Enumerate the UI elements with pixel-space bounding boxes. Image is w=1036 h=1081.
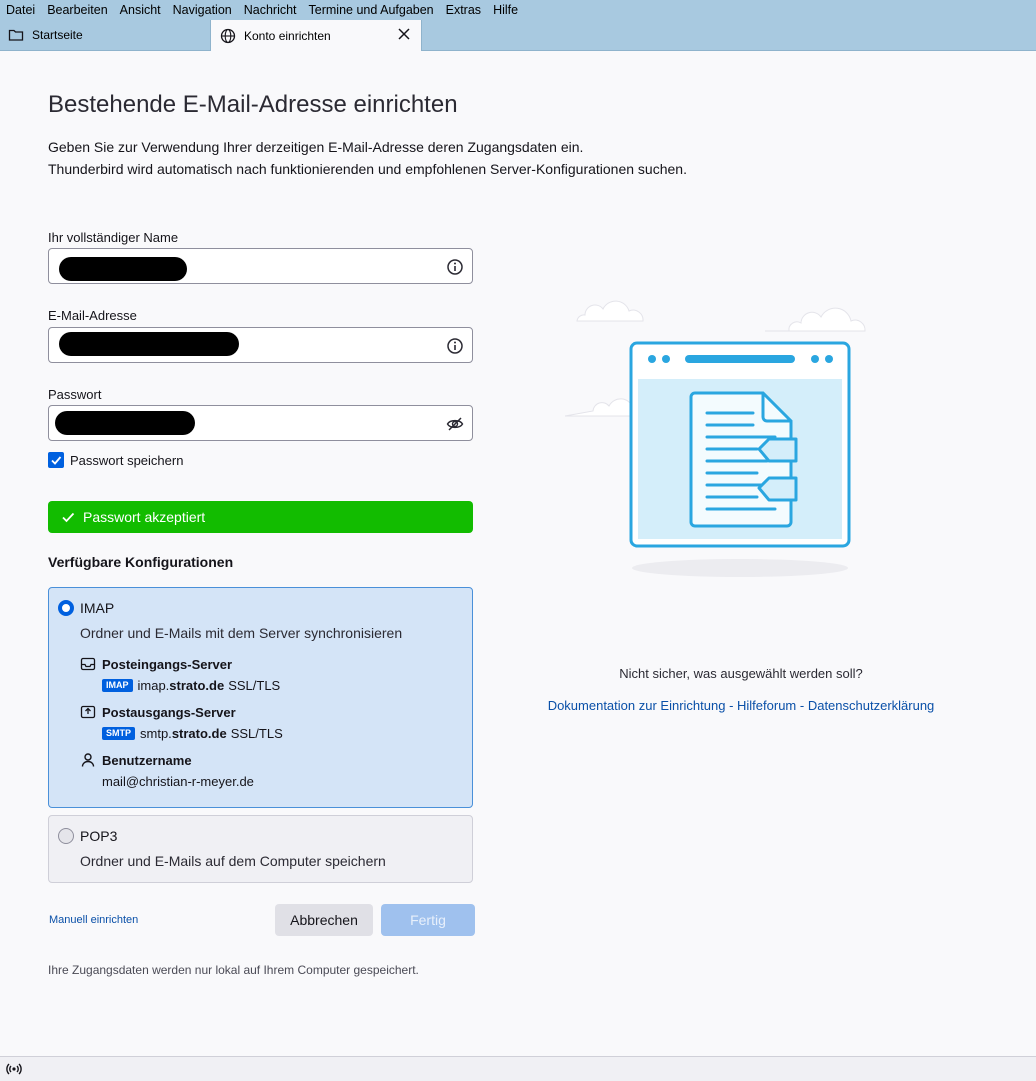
menu-bar: Datei Bearbeiten Ansicht Navigation Nach… [0,0,1036,20]
check-icon [62,512,75,523]
info-icon[interactable] [446,337,464,355]
menu-nachricht[interactable]: Nachricht [238,3,303,17]
incoming-server-row: Posteingangs-Server [80,656,232,672]
folder-icon [8,27,24,43]
activity-icon[interactable] [6,1061,22,1077]
success-message: Passwort akzeptiert [83,509,206,525]
menu-navigation[interactable]: Navigation [167,3,238,17]
documentation-link[interactable]: Dokumentation zur Einrichtung [548,698,726,713]
incoming-security: SSL/TLS [228,678,281,693]
username-label: Benutzername [102,752,192,768]
account-setup-page: Bestehende E-Mail-Adresse einrichten Geb… [0,51,1036,1056]
menu-datei[interactable]: Datei [0,3,41,17]
email-field[interactable] [48,327,473,363]
outgoing-server-detail: SMTP smtp. strato.de SSL/TLS [102,726,283,741]
smtp-tag: SMTP [102,727,136,740]
redacted-email [59,332,239,356]
incoming-server-detail: IMAP imap. strato.de SSL/TLS [102,678,280,693]
page-title: Bestehende E-Mail-Adresse einrichten [48,91,458,118]
account-setup-illustration [565,300,866,577]
tab-label: Startseite [32,28,83,42]
save-password-label: Passwort speichern [70,452,184,468]
password-accepted-banner: Passwort akzeptiert [48,501,473,533]
intro-text: Geben Sie zur Verwendung Ihrer derzeitig… [48,136,768,180]
name-field[interactable] [48,248,473,284]
user-icon [81,753,95,767]
outbox-icon [80,705,96,719]
outgoing-host-domain: strato.de [171,726,227,741]
pop3-title: POP3 [80,828,118,844]
tab-label: Konto einrichten [244,28,331,43]
imap-description: Ordner und E-Mails mit dem Server synchr… [80,625,403,641]
imap-title: IMAP [80,600,115,616]
outgoing-server-label: Postausgangs-Server [102,704,236,720]
tab-bar: Startseite Konto einrichten [0,20,1036,51]
help-question: Nicht sicher, was ausgewählt werden soll… [619,666,863,681]
intro-line-1: Geben Sie zur Verwendung Ihrer derzeitig… [48,139,584,155]
done-button[interactable]: Fertig [381,904,475,936]
imap-radio[interactable] [58,600,74,616]
menu-hilfe[interactable]: Hilfe [487,3,524,17]
username-value: mail@christian-r-meyer.de [102,774,254,789]
info-icon[interactable] [446,258,464,276]
inbox-icon [80,657,96,671]
link-separator: - [796,698,808,713]
privacy-footnote: Ihre Zugangsdaten werden nur lokal auf I… [48,963,419,977]
configs-heading: Verfügbare Konfigurationen [48,554,234,570]
menu-termine[interactable]: Termine und Aufgaben [303,3,440,17]
pop3-description: Ordner und E-Mails auf dem Computer spei… [80,853,386,869]
cancel-button[interactable]: Abbrechen [275,904,373,936]
tab-konto-einrichten[interactable]: Konto einrichten [210,20,422,51]
close-icon[interactable] [397,27,411,41]
link-separator: - [725,698,738,713]
incoming-server-label: Posteingangs-Server [102,656,233,672]
redacted-password [55,411,195,435]
outgoing-host-prefix: smtp. [140,726,172,741]
pop3-radio[interactable] [58,828,74,844]
password-label: Passwort [48,387,102,402]
incoming-host-prefix: imap. [137,678,170,693]
help-links: Dokumentation zur Einrichtung - Hilfefor… [532,698,950,713]
username-row: Benutzername [80,752,192,768]
incoming-host-domain: strato.de [169,678,225,693]
redacted-name [59,257,187,281]
forum-link[interactable]: Hilfeforum [737,698,796,713]
menu-extras[interactable]: Extras [440,3,487,17]
outgoing-security: SSL/TLS [230,726,283,741]
save-password-checkbox[interactable] [48,452,64,468]
globe-icon [220,28,236,44]
save-password-row[interactable]: Passwort speichern [48,452,183,468]
name-label: Ihr vollständiger Name [48,230,179,245]
eye-slash-icon[interactable] [446,415,464,433]
imap-option-card[interactable]: IMAP Ordner und E-Mails mit dem Server s… [48,587,473,808]
pop3-option-card[interactable]: POP3 Ordner und E-Mails auf dem Computer… [48,815,473,883]
outgoing-server-row: Postausgangs-Server [80,704,236,720]
email-label: E-Mail-Adresse [48,308,137,323]
privacy-link[interactable]: Datenschutzerklärung [808,698,934,713]
menu-bearbeiten[interactable]: Bearbeiten [41,3,113,17]
tab-startseite[interactable]: Startseite [0,20,210,50]
intro-line-2: Thunderbird wird automatisch nach funkti… [48,161,687,177]
password-field[interactable] [48,405,473,441]
status-bar [0,1056,1036,1081]
manual-setup-link[interactable]: Manuell einrichten [49,914,138,926]
imap-tag: IMAP [102,679,133,692]
menu-ansicht[interactable]: Ansicht [114,3,167,17]
